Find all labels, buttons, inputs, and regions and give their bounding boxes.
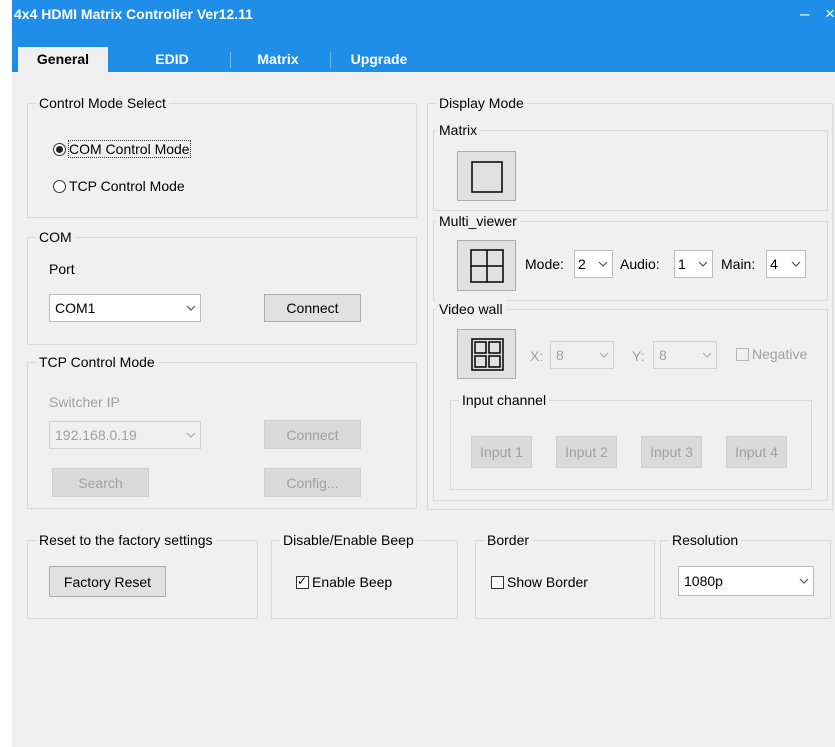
video-wall-title: Video wall xyxy=(436,300,506,318)
border-title: Border xyxy=(484,531,533,549)
input-channel-title: Input channel xyxy=(459,391,550,409)
chevron-down-icon xyxy=(787,261,805,267)
tab-upgrade[interactable]: Upgrade xyxy=(334,47,424,72)
config-button[interactable]: Config... xyxy=(264,468,361,497)
search-button[interactable]: Search xyxy=(52,468,149,497)
reset-title: Reset to the factory settings xyxy=(36,531,216,549)
chevron-down-icon xyxy=(595,352,613,358)
com-group: COM Port COM1 Connect xyxy=(27,228,417,345)
chevron-down-icon xyxy=(182,432,200,438)
port-label: Port xyxy=(49,261,75,277)
border-group: Border Show Border xyxy=(475,531,655,619)
matrix-mode-title: Matrix xyxy=(436,121,481,139)
mode-select[interactable]: 2 xyxy=(574,250,613,278)
com-control-radio[interactable]: COM Control Mode xyxy=(53,140,191,158)
chevron-down-icon xyxy=(694,261,712,267)
audio-label: Audio: xyxy=(620,256,660,272)
checkbox-unchecked-icon xyxy=(491,575,504,589)
multiviewer-title: Multi_viewer xyxy=(436,212,520,230)
beep-title: Disable/Enable Beep xyxy=(280,531,417,549)
show-border-checkbox[interactable]: Show Border xyxy=(491,574,588,590)
main-value: 4 xyxy=(770,256,778,272)
negative-checkbox[interactable]: Negative xyxy=(736,346,807,362)
tcp-control-radio[interactable]: TCP Control Mode xyxy=(53,178,185,194)
com-connect-button[interactable]: Connect xyxy=(264,294,361,322)
input-2-button[interactable]: Input 2 xyxy=(556,436,617,468)
tcp-group: TCP Control Mode Switcher IP 192.168.0.1… xyxy=(27,353,417,509)
resolution-title: Resolution xyxy=(669,531,742,549)
port-select[interactable]: COM1 xyxy=(49,294,201,322)
port-value: COM1 xyxy=(55,300,96,316)
audio-value: 1 xyxy=(678,256,686,272)
tcp-title: TCP Control Mode xyxy=(36,353,158,371)
reset-group: Reset to the factory settings Factory Re… xyxy=(27,531,258,619)
factory-reset-button[interactable]: Factory Reset xyxy=(49,566,166,597)
enable-beep-checkbox[interactable]: ✓ Enable Beep xyxy=(296,574,392,590)
tcp-connect-button[interactable]: Connect xyxy=(264,420,361,449)
switcher-ip-select[interactable]: 192.168.0.19 xyxy=(49,421,201,449)
resolution-select[interactable]: 1080p xyxy=(678,566,814,596)
main-select[interactable]: 4 xyxy=(766,250,806,278)
tcp-control-label: TCP Control Mode xyxy=(69,178,185,194)
grid-tiles-icon xyxy=(471,338,504,371)
checkbox-unchecked-icon xyxy=(736,347,749,361)
video-wall-mode-button[interactable] xyxy=(457,329,516,379)
display-mode-title: Display Mode xyxy=(436,94,527,112)
multiviewer-mode-button[interactable] xyxy=(457,240,516,291)
mode-value: 2 xyxy=(578,256,586,272)
y-value: 8 xyxy=(659,347,667,363)
display-mode-group: Display Mode Matrix Multi_viewer Mode: 2… xyxy=(427,94,833,510)
tab-edid[interactable]: EDID xyxy=(122,47,222,72)
com-title: COM xyxy=(36,228,75,246)
tab-separator xyxy=(230,52,231,68)
multiviewer-group: Multi_viewer Mode: 2 Audio: 1 Main: 4 xyxy=(433,212,828,301)
chevron-down-icon xyxy=(698,352,716,358)
radio-selected-icon xyxy=(53,142,66,156)
x-value: 8 xyxy=(556,347,564,363)
resolution-value: 1080p xyxy=(684,573,723,589)
tab-general[interactable]: General xyxy=(18,47,108,72)
show-border-label: Show Border xyxy=(507,574,588,590)
window-title: 4x4 HDMI Matrix Controller Ver12.11 xyxy=(14,6,253,22)
switcher-ip-value: 192.168.0.19 xyxy=(55,427,137,443)
minimize-button[interactable]: – xyxy=(800,4,809,24)
close-button[interactable]: × xyxy=(825,4,835,24)
chevron-down-icon xyxy=(182,305,200,311)
input-channel-group: Input channel Input 1 Input 2 Input 3 In… xyxy=(450,391,812,490)
title-bar: 4x4 HDMI Matrix Controller Ver12.11 – × … xyxy=(12,0,835,72)
negative-label: Negative xyxy=(752,346,808,362)
checkbox-checked-icon: ✓ xyxy=(296,573,309,589)
enable-beep-label: Enable Beep xyxy=(312,574,393,590)
x-select[interactable]: 8 xyxy=(550,341,614,369)
main-label: Main: xyxy=(721,256,756,272)
tab-separator xyxy=(330,52,331,68)
control-mode-group: Control Mode Select COM Control Mode TCP… xyxy=(27,94,417,218)
input-3-button[interactable]: Input 3 xyxy=(641,436,702,468)
com-control-label: COM Control Mode xyxy=(68,140,191,158)
audio-select[interactable]: 1 xyxy=(674,250,713,278)
quad-grid-icon xyxy=(470,249,504,283)
x-label: X: xyxy=(530,348,544,364)
y-select[interactable]: 8 xyxy=(653,341,717,369)
chevron-down-icon xyxy=(795,578,813,584)
y-label: Y: xyxy=(632,348,645,364)
mode-label: Mode: xyxy=(525,256,564,272)
resolution-group: Resolution 1080p xyxy=(660,531,831,619)
control-mode-title: Control Mode Select xyxy=(36,94,169,112)
video-wall-group: Video wall X: 8 Y: 8 Negative Input chan… xyxy=(433,300,828,501)
input-4-button[interactable]: Input 4 xyxy=(726,436,787,468)
matrix-mode-group: Matrix xyxy=(433,121,828,211)
chevron-down-icon xyxy=(594,261,612,267)
switcher-ip-label: Switcher IP xyxy=(49,394,120,410)
input-1-button[interactable]: Input 1 xyxy=(471,436,532,468)
tab-matrix[interactable]: Matrix xyxy=(234,47,322,72)
matrix-mode-button[interactable] xyxy=(457,151,516,201)
single-square-icon xyxy=(471,161,503,193)
app-window: 4x4 HDMI Matrix Controller Ver12.11 – × … xyxy=(12,0,835,747)
radio-unselected-icon xyxy=(53,179,66,193)
beep-group: Disable/Enable Beep ✓ Enable Beep xyxy=(271,531,458,619)
